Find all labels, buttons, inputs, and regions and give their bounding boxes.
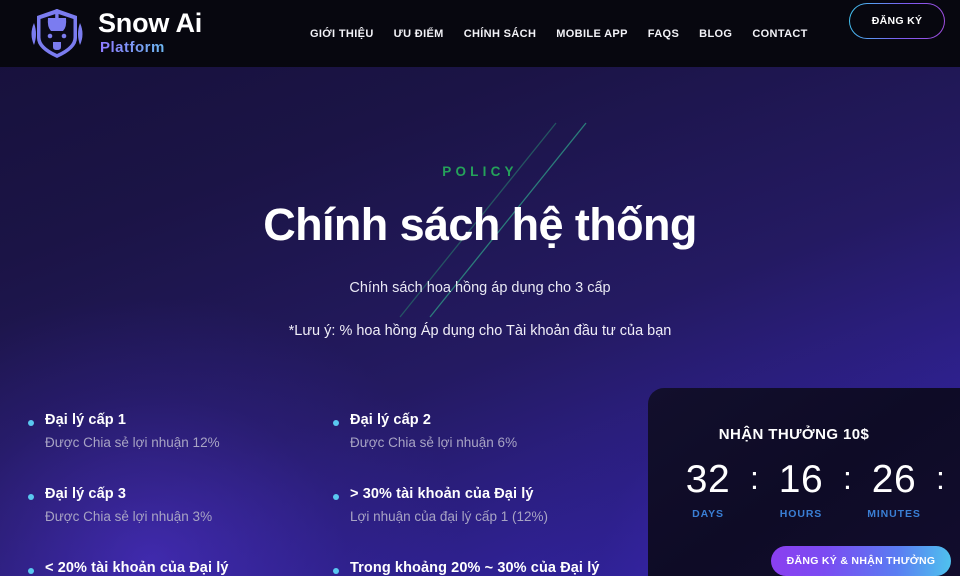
page-title: Chính sách hệ thống bbox=[263, 199, 697, 250]
logo-title: Snow Ai bbox=[98, 8, 203, 38]
list-item-head: Trong khoảng 20% ~ 30% của Đại lý bbox=[333, 560, 653, 576]
list-item-head: Đại lý cấp 2 bbox=[333, 412, 653, 428]
hero-note: *Lưu ý: % hoa hồng Áp dụng cho Tài khoản… bbox=[288, 323, 672, 339]
bullet-icon bbox=[28, 568, 34, 574]
list-item[interactable]: > 30% tài khoản của Đại lý Lợi nhuận của… bbox=[333, 486, 653, 524]
hero-eyebrow: POLICY bbox=[442, 164, 518, 179]
list-item-title: Đại lý cấp 3 bbox=[45, 486, 126, 502]
hero-subtitle: Chính sách hoa hồng áp dụng cho 3 cấp bbox=[349, 280, 611, 296]
countdown-minutes-label: MINUTES bbox=[867, 508, 921, 520]
list-item-title: Đại lý cấp 2 bbox=[350, 412, 431, 428]
list-item-desc: Lợi nhuận của đại lý cấp 1 (12%) bbox=[350, 509, 548, 524]
countdown-days-label: DAYS bbox=[692, 508, 724, 520]
countdown-title: NHẬN THƯỞNG 10$ bbox=[718, 426, 870, 443]
list-item-head: Đại lý cấp 3 bbox=[28, 486, 328, 502]
nav-item-mobile-app[interactable]: MOBILE APP bbox=[556, 28, 628, 40]
list-item[interactable]: Đại lý cấp 1 Được Chia sẻ lợi nhuận 12% bbox=[28, 412, 328, 450]
list-item[interactable]: Trong khoảng 20% ~ 30% của Đại lý bbox=[333, 560, 653, 576]
list-item-desc: Được Chia sẻ lợi nhuận 3% bbox=[45, 509, 213, 524]
bullet-icon bbox=[333, 568, 339, 574]
list-item-desc: Được Chia sẻ lợi nhuận 12% bbox=[45, 435, 220, 450]
countdown-panel: NHẬN THƯỞNG 10$ 32 DAYS : 16 HOURS : 26 … bbox=[648, 388, 960, 576]
countdown-unit-days: 32 DAYS bbox=[676, 460, 740, 520]
bullet-icon bbox=[333, 420, 339, 426]
list-item-head: < 20% tài khoản của Đại lý bbox=[28, 560, 328, 576]
main-navigation: GIỚI THIỆU ƯU ĐIỂM CHÍNH SÁCH MOBILE APP… bbox=[310, 0, 808, 67]
countdown-minutes-value: 26 bbox=[871, 458, 917, 501]
countdown-separator: : bbox=[750, 460, 759, 496]
countdown-separator: : bbox=[843, 460, 852, 496]
page-root: Snow Ai Platform GIỚI THIỆU ƯU ĐIỂM CHÍN… bbox=[0, 0, 960, 576]
countdown-row: 32 DAYS : 16 HOURS : 26 MINUTES : bbox=[676, 460, 960, 520]
countdown-separator: : bbox=[936, 460, 945, 496]
list-item-title: < 20% tài khoản của Đại lý bbox=[45, 560, 229, 576]
logo-subtitle: Platform bbox=[100, 40, 202, 55]
snow-ai-mascot-icon bbox=[31, 8, 83, 58]
bullet-icon bbox=[28, 494, 34, 500]
countdown-hours-label: HOURS bbox=[779, 508, 823, 520]
nav-item-blog[interactable]: BLOG bbox=[699, 28, 732, 40]
list-item[interactable]: Đại lý cấp 2 Được Chia sẻ lợi nhuận 6% bbox=[333, 412, 653, 450]
site-header: Snow Ai Platform GIỚI THIỆU ƯU ĐIỂM CHÍN… bbox=[0, 0, 960, 67]
logo[interactable]: Snow Ai Platform bbox=[24, 0, 202, 67]
list-item[interactable]: < 20% tài khoản của Đại lý bbox=[28, 560, 328, 576]
nav-item-contact[interactable]: CONTACT bbox=[752, 28, 807, 40]
nav-item-faqs[interactable]: FAQS bbox=[648, 28, 679, 40]
register-button[interactable]: ĐĂNG KÝ bbox=[849, 3, 945, 39]
bullet-icon bbox=[333, 494, 339, 500]
countdown-unit-hours: 16 HOURS bbox=[769, 460, 833, 520]
hero-section: POLICY Chính sách hệ thống Chính sách ho… bbox=[0, 67, 960, 339]
list-item-head: > 30% tài khoản của Đại lý bbox=[333, 486, 653, 502]
list-item-title: Trong khoảng 20% ~ 30% của Đại lý bbox=[350, 560, 600, 576]
list-item-desc: Được Chia sẻ lợi nhuận 6% bbox=[350, 435, 518, 450]
logo-text: Snow Ai Platform bbox=[98, 8, 203, 56]
list-item-head: Đại lý cấp 1 bbox=[28, 412, 328, 428]
countdown-days-value: 32 bbox=[685, 458, 731, 501]
list-item[interactable]: Đại lý cấp 3 Được Chia sẻ lợi nhuận 3% bbox=[28, 486, 328, 524]
list-item-title: Đại lý cấp 1 bbox=[45, 412, 126, 428]
countdown-cta-label: ĐĂNG KÝ & NHẬN THƯỞNG bbox=[786, 555, 936, 567]
list-item-title: > 30% tài khoản của Đại lý bbox=[350, 486, 534, 502]
countdown-hours-value: 16 bbox=[778, 458, 824, 501]
countdown-cta-button[interactable]: ĐĂNG KÝ & NHẬN THƯỞNG bbox=[771, 546, 951, 576]
bullet-icon bbox=[28, 420, 34, 426]
nav-item-uu-diem[interactable]: ƯU ĐIỂM bbox=[394, 28, 444, 40]
countdown-unit-minutes: 26 MINUTES bbox=[862, 460, 926, 520]
register-button-label: ĐĂNG KÝ bbox=[871, 15, 923, 27]
nav-item-chinh-sach[interactable]: CHÍNH SÁCH bbox=[464, 28, 537, 40]
nav-item-gioi-thieu[interactable]: GIỚI THIỆU bbox=[310, 28, 374, 40]
